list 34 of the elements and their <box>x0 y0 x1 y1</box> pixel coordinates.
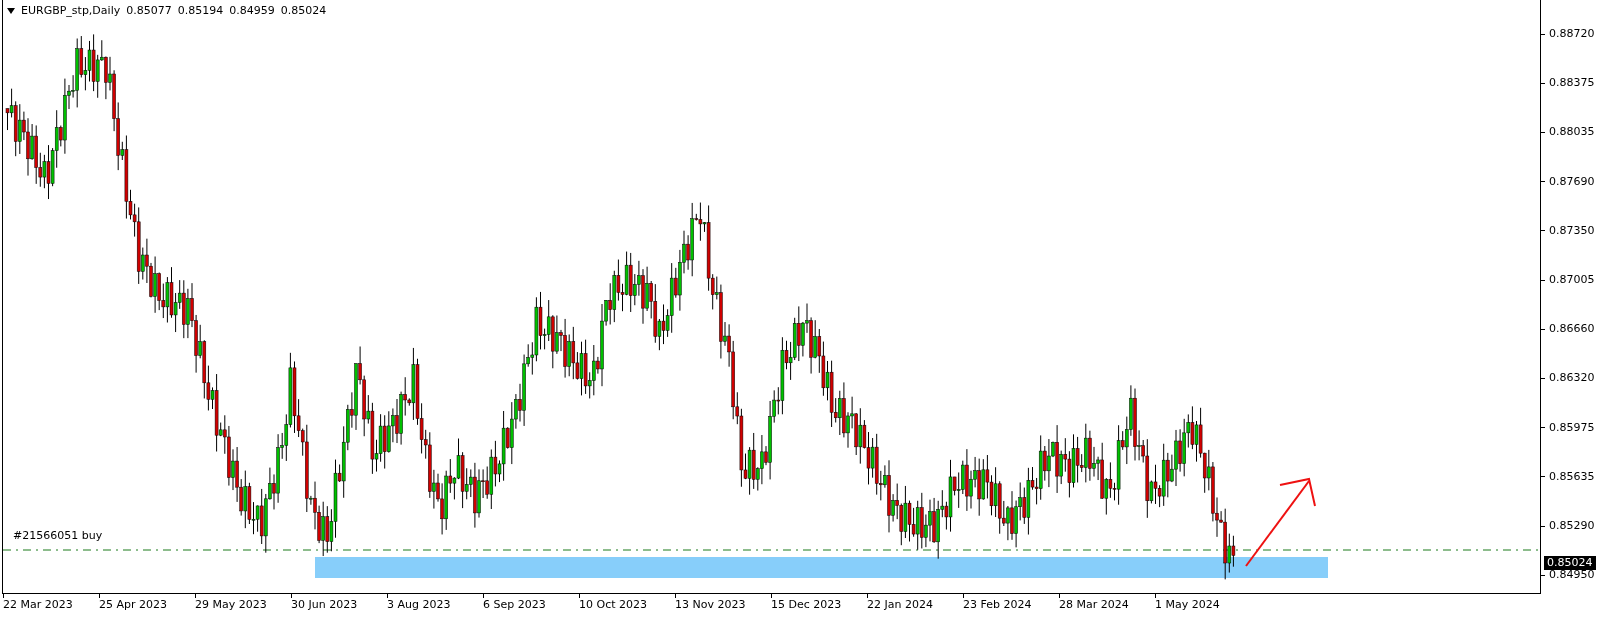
price-tick: 0.88720 <box>1549 27 1595 41</box>
price-tick: 0.86320 <box>1549 371 1595 386</box>
date-tick: 22 Jan 2024 <box>867 598 933 612</box>
price-tick: 0.87350 <box>1549 223 1595 238</box>
date-tick: 1 May 2024 <box>1155 598 1220 612</box>
open-price: 0.85077 <box>126 3 172 19</box>
date-tick: 15 Dec 2023 <box>771 598 842 612</box>
close-price: 0.85024 <box>280 3 327 19</box>
price-tick: 0.87690 <box>1549 174 1595 189</box>
symbol-label: EURGBP_stp,Daily <box>21 3 121 19</box>
arrow-icon <box>1245 477 1316 567</box>
date-tick: 25 Apr 2023 <box>99 598 167 612</box>
date-tick: 3 Aug 2023 <box>387 598 451 612</box>
dropdown-icon[interactable] <box>7 8 15 15</box>
current-price-label[interactable]: 0.85024 <box>1544 556 1596 570</box>
high-price: 0.85194 <box>177 3 224 19</box>
price-tick: 0.85975 <box>1549 420 1595 435</box>
date-tick: 30 Jun 2023 <box>291 598 358 612</box>
price-tick: 0.87005 <box>1549 273 1595 287</box>
date-tick: 29 May 2023 <box>195 598 267 612</box>
order-label: #21566051 buy <box>13 530 103 541</box>
price-tick: 0.85290 <box>1549 519 1595 533</box>
low-price: 0.84959 <box>229 3 275 19</box>
price-tick: 0.88035 <box>1549 125 1595 140</box>
price-tick: 0.85635 <box>1549 469 1595 484</box>
price-tick: 0.86660 <box>1549 322 1595 337</box>
date-tick: 10 Oct 2023 <box>579 598 647 612</box>
date-tick: 6 Sep 2023 <box>483 598 546 612</box>
price-tick: 0.88375 <box>1549 76 1595 91</box>
date-tick: 13 Nov 2023 <box>675 598 746 612</box>
price-tick: 0.84950 <box>1549 568 1595 583</box>
date-tick: 23 Feb 2024 <box>963 598 1032 612</box>
date-tick: 22 Mar 2023 <box>3 598 73 612</box>
date-tick: 28 Mar 2024 <box>1059 598 1129 612</box>
